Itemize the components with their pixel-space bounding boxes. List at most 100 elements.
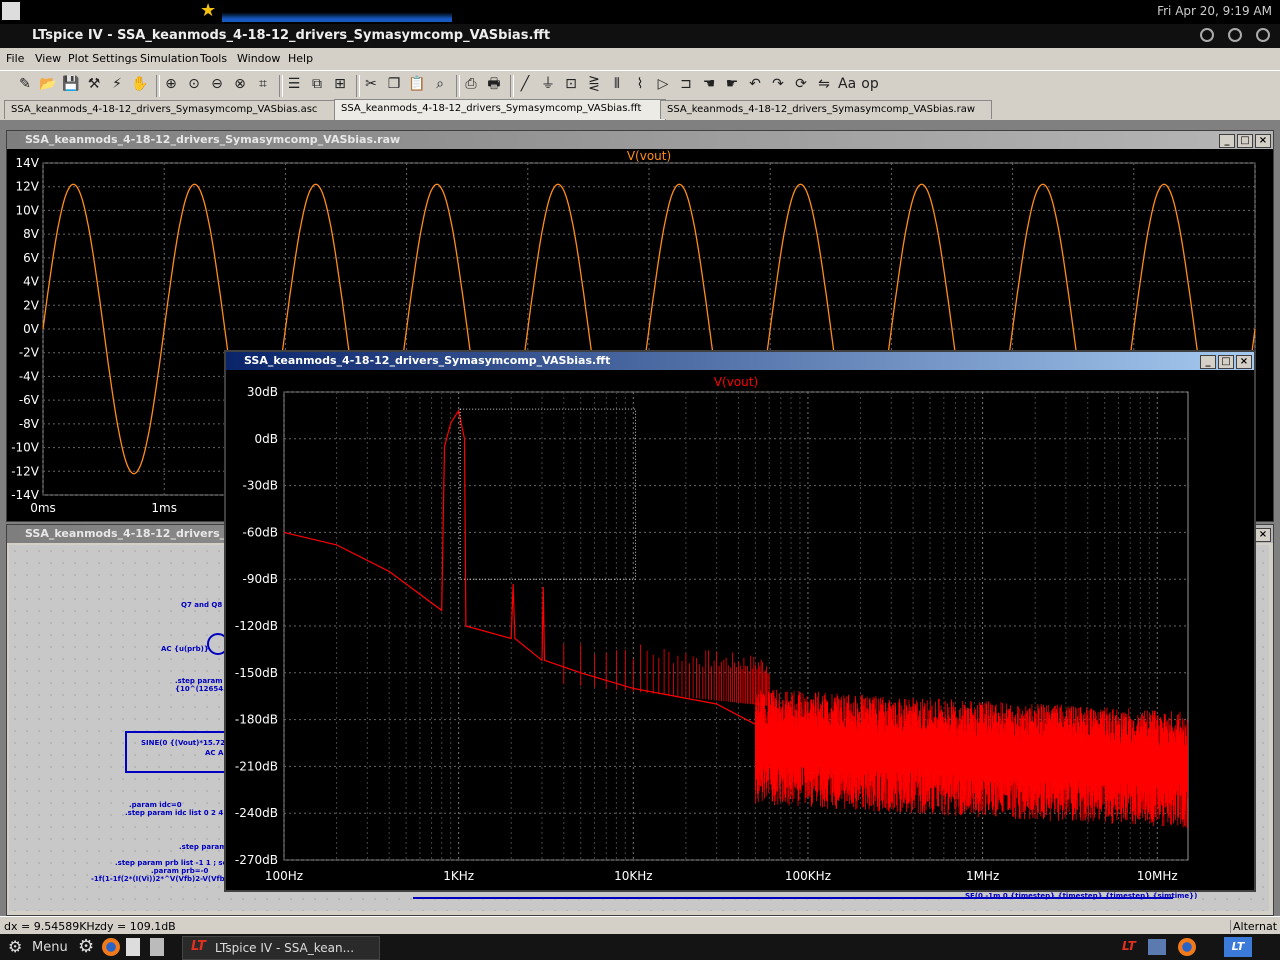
raw-window-title[interactable]: SSA_keanmods_4-18-12_drivers_Symasymcomp… bbox=[7, 131, 1273, 149]
wire-icon[interactable]: ╱ bbox=[516, 75, 534, 93]
settings-gear-icon[interactable]: ⚙ bbox=[78, 936, 94, 957]
system-clock[interactable]: Fri Apr 20, 9:19 AM bbox=[1157, 4, 1272, 18]
taskbar-menu-button[interactable]: Menu bbox=[32, 940, 68, 955]
print-preview-icon[interactable]: ⎙ bbox=[462, 75, 480, 93]
menu-plot-settings[interactable]: Plot Settings bbox=[68, 52, 137, 65]
schematic-text-param3[interactable]: .step param bbox=[179, 843, 227, 851]
new-schematic-icon[interactable]: ✎ bbox=[16, 75, 34, 93]
y-tick-label: 30dB bbox=[247, 385, 278, 399]
fft-window-title[interactable]: SSA_keanmods_4-18-12_drivers_Symasymcomp… bbox=[226, 352, 1254, 370]
x-tick-label: 100Hz bbox=[265, 869, 303, 883]
schematic-text-tran[interactable]: SE(0 -1m 0 {timestep} {timestep} {timest… bbox=[965, 892, 1197, 900]
mirror-icon[interactable]: ⇋ bbox=[815, 75, 833, 93]
ground-icon[interactable]: ⏚ bbox=[539, 75, 557, 93]
tile-horizontal-icon[interactable]: ☰ bbox=[285, 75, 303, 93]
raw-maximize-button[interactable]: □ bbox=[1237, 134, 1253, 148]
tab-asc[interactable]: SSA_keanmods_4-18-12_drivers_Symasymcomp… bbox=[4, 100, 336, 119]
trace-label[interactable]: V(vout) bbox=[714, 375, 758, 389]
capacitor-icon[interactable]: ⫴ bbox=[608, 75, 626, 93]
menu-window[interactable]: Window bbox=[237, 52, 280, 65]
taskbar: ⚙ Menu ⚙ LT LTspice IV - SSA_kean... LT … bbox=[0, 934, 1280, 960]
app-title-bar: LTspice IV - SSA_keanmods_4-18-12_driver… bbox=[0, 24, 1280, 48]
fft-maximize-button[interactable]: □ bbox=[1218, 355, 1234, 369]
fft-minimize-button[interactable]: _ bbox=[1200, 355, 1216, 369]
zoom-in-icon[interactable]: ⊕ bbox=[162, 75, 180, 93]
text-editor-icon[interactable] bbox=[126, 938, 140, 956]
status-right: Alternat bbox=[1230, 920, 1277, 933]
y-tick-label: 8V bbox=[23, 227, 40, 241]
tray-ltspice-active-icon[interactable]: LT bbox=[1224, 937, 1252, 957]
tray-ltspice-icon[interactable]: LT bbox=[1122, 939, 1136, 953]
system-top-panel: ★ Fri Apr 20, 9:19 AM bbox=[0, 0, 1280, 24]
copy-icon[interactable]: ❐ bbox=[385, 75, 403, 93]
spice-directive-icon[interactable]: op bbox=[861, 75, 879, 93]
cascade-icon[interactable]: ⧉ bbox=[308, 75, 326, 93]
redo-icon[interactable]: ↷ bbox=[769, 75, 787, 93]
undo-icon[interactable]: ↶ bbox=[746, 75, 764, 93]
tray-firefox-icon[interactable] bbox=[1178, 938, 1196, 956]
cut-icon[interactable]: ✂ bbox=[362, 75, 380, 93]
trace-label[interactable]: V(vout) bbox=[627, 149, 671, 163]
print-icon[interactable]: 🖶 bbox=[485, 75, 503, 93]
y-tick-label: -180dB bbox=[235, 713, 278, 727]
halt-icon[interactable]: ✋ bbox=[131, 75, 149, 93]
firefox-icon[interactable] bbox=[102, 938, 120, 956]
x-tick-label: 1ms bbox=[151, 501, 177, 515]
tile-vertical-icon[interactable]: ⊞ bbox=[331, 75, 349, 93]
autorange-icon[interactable]: ⌗ bbox=[254, 75, 272, 93]
open-icon[interactable]: 📂 bbox=[39, 75, 57, 93]
raw-close-button[interactable]: × bbox=[1255, 134, 1271, 148]
zoom-out-icon[interactable]: ⊖ bbox=[208, 75, 226, 93]
schematic-text-sine[interactable]: SINE(0 {(Vout)*15.72* bbox=[141, 739, 229, 747]
schematic-text-param2[interactable]: .step param idc list 0 2 4 6 8 bbox=[125, 809, 238, 817]
calculator-icon[interactable] bbox=[150, 938, 164, 956]
menu-simulation[interactable]: Simulation bbox=[140, 52, 199, 65]
diode-icon[interactable]: ▷ bbox=[654, 75, 672, 93]
app-launcher-icon[interactable] bbox=[2, 2, 20, 20]
mdi-workspace: SSA_keanmods_4-18-12_drivers_Symasymcomp… bbox=[0, 120, 1280, 916]
inductor-icon[interactable]: ⌇ bbox=[631, 75, 649, 93]
component-icon[interactable]: ⊐ bbox=[677, 75, 695, 93]
rotate-icon[interactable]: ⟳ bbox=[792, 75, 810, 93]
menu-view[interactable]: View bbox=[35, 52, 61, 65]
window-close-button[interactable] bbox=[1256, 28, 1270, 42]
y-tick-label: -10V bbox=[11, 441, 40, 455]
window-minimize-button[interactable] bbox=[1200, 28, 1214, 42]
schematic-text-q7[interactable]: Q7 and Q8 bbox=[181, 601, 222, 609]
find-icon[interactable]: ⌕ bbox=[431, 75, 449, 93]
fft-close-button[interactable]: × bbox=[1236, 355, 1252, 369]
resistor-icon[interactable]: ⋛ bbox=[585, 75, 603, 93]
schematic-text-param5[interactable]: .param prb=-0 bbox=[151, 867, 208, 875]
paste-icon[interactable]: 📋 bbox=[408, 75, 426, 93]
schematic-text-param4[interactable]: .step param prb list -1 1 ; set p bbox=[115, 859, 238, 867]
move-icon[interactable]: ☚ bbox=[700, 75, 718, 93]
favorites-star-icon[interactable]: ★ bbox=[200, 0, 216, 21]
drag-icon[interactable]: ☛ bbox=[723, 75, 741, 93]
toolbar-separator bbox=[279, 75, 283, 97]
tab-fft[interactable]: SSA_keanmods_4-18-12_drivers_Symasymcomp… bbox=[334, 99, 666, 120]
schematic-close-button[interactable]: × bbox=[1255, 528, 1271, 542]
menu-help[interactable]: Help bbox=[288, 52, 313, 65]
schematic-text-ac[interactable]: AC {u(prb)} bbox=[161, 645, 209, 653]
control-panel-icon[interactable]: ⚒ bbox=[85, 75, 103, 93]
text-icon[interactable]: Aa bbox=[838, 75, 856, 93]
schematic-text-aca[interactable]: AC A bbox=[205, 749, 223, 757]
label-icon[interactable]: ⊡ bbox=[562, 75, 580, 93]
raw-minimize-button[interactable]: _ bbox=[1219, 134, 1235, 148]
tray-window-icon[interactable] bbox=[1148, 939, 1166, 955]
document-tabs: SSA_keanmods_4-18-12_drivers_Symasymcomp… bbox=[0, 99, 1280, 120]
run-icon[interactable]: ⚡ bbox=[108, 75, 126, 93]
window-maximize-button[interactable] bbox=[1228, 28, 1242, 42]
save-icon[interactable]: 💾 bbox=[62, 75, 80, 93]
zoom-area-icon[interactable]: ⊙ bbox=[185, 75, 203, 93]
zoom-fit-icon[interactable]: ⊗ bbox=[231, 75, 249, 93]
schematic-text-param6[interactable]: -1f(1-1f(2*(I(Vi))2*^V(Vfb)2-V(Vfb)) bbox=[91, 875, 231, 883]
taskbar-task-ltspice[interactable]: LT LTspice IV - SSA_kean... bbox=[182, 936, 380, 960]
menu-gear-icon[interactable]: ⚙ bbox=[8, 937, 22, 956]
tab-raw[interactable]: SSA_keanmods_4-18-12_drivers_Symasymcomp… bbox=[660, 100, 992, 119]
app-title: LTspice IV - SSA_keanmods_4-18-12_driver… bbox=[32, 28, 551, 43]
schematic-text-param1[interactable]: .param idc=0 bbox=[129, 801, 182, 809]
menu-tools[interactable]: Tools bbox=[200, 52, 227, 65]
fft-plot[interactable]: V(vout) 30dB 0dB -30dB -60dB -90dB -120dB -150d… bbox=[226, 370, 1254, 890]
menu-file[interactable]: File bbox=[6, 52, 24, 65]
